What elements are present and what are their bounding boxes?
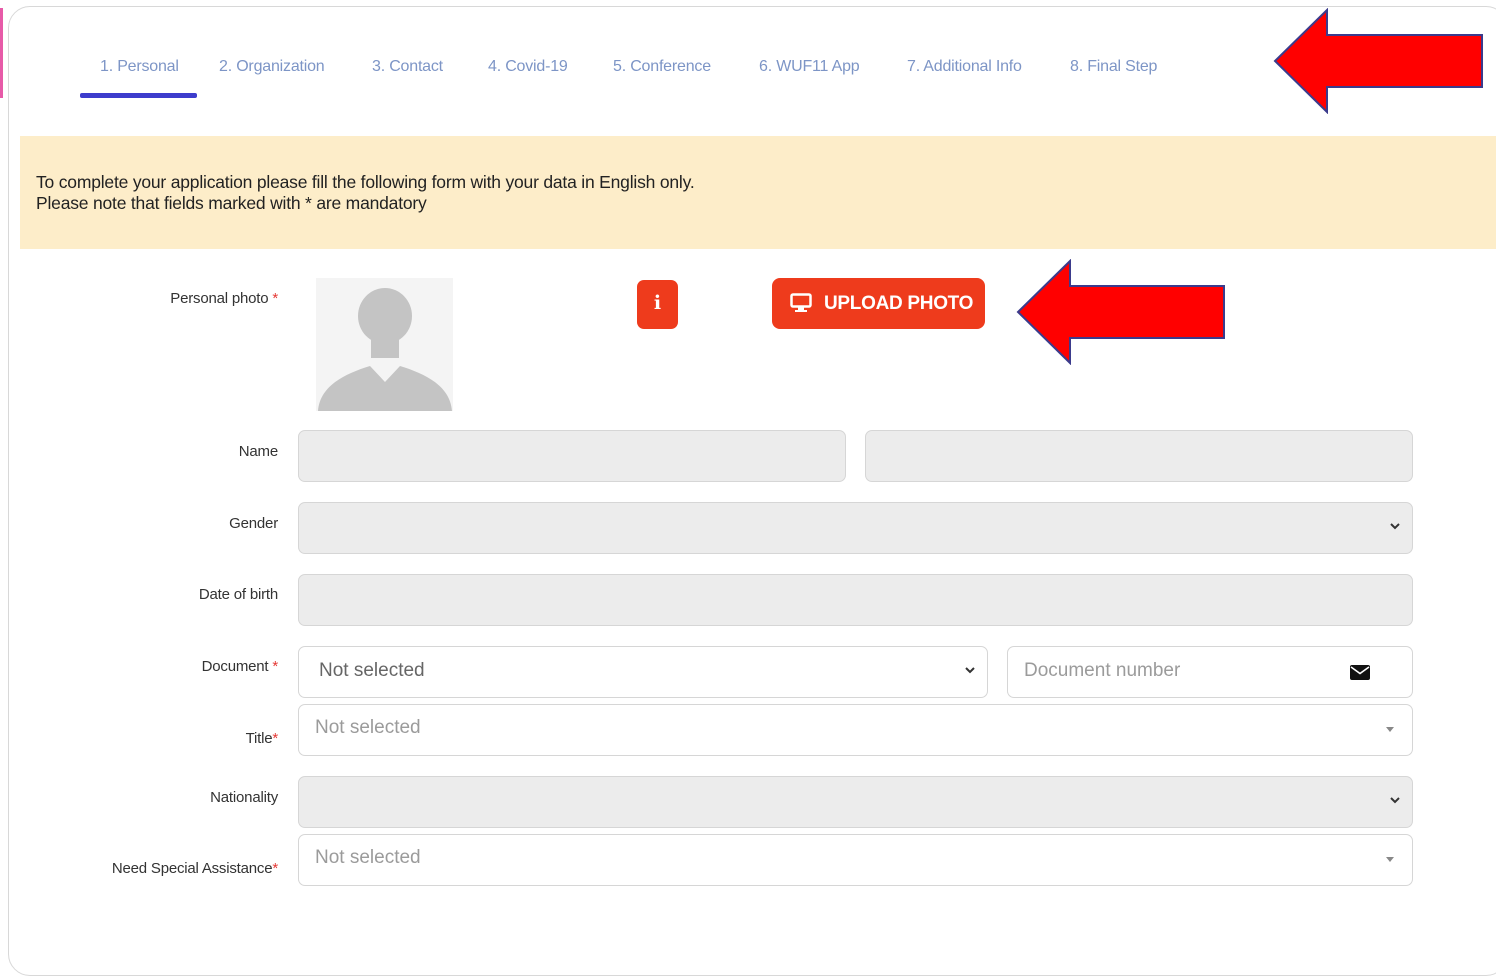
chevron-down-icon: [1390, 797, 1400, 804]
tab-contact[interactable]: 3. Contact: [372, 58, 443, 76]
photo-info-button[interactable]: i: [637, 280, 678, 329]
special-assistance-select[interactable]: Not selected: [298, 834, 1413, 886]
upload-photo-label: UPLOAD PHOTO: [824, 293, 974, 314]
photo-label: Personal photo: [170, 290, 269, 307]
nationality-label: Nationality: [210, 789, 278, 806]
first-name-field[interactable]: [298, 430, 846, 482]
annotation-arrow-tabs: [1273, 8, 1483, 114]
special-assistance-value: Not selected: [315, 847, 421, 868]
page-edge-accent: [0, 8, 3, 98]
document-number-placeholder: Document number: [1024, 660, 1181, 681]
document-label: Document: [201, 658, 269, 675]
monitor-icon: [790, 293, 812, 312]
tab-personal[interactable]: 1. Personal: [100, 58, 179, 76]
document-number-input[interactable]: Document number: [1007, 646, 1413, 698]
gender-label: Gender: [229, 515, 278, 532]
caret-down-icon: [1386, 727, 1394, 732]
tab-covid[interactable]: 4. Covid-19: [488, 58, 568, 76]
annotation-arrow-upload: [1016, 259, 1225, 365]
envelope-icon: [1350, 665, 1370, 680]
title-select[interactable]: Not selected: [298, 704, 1413, 756]
title-value: Not selected: [315, 717, 421, 738]
upload-photo-button[interactable]: UPLOAD PHOTO: [772, 278, 985, 329]
instructions-line-2: Please note that fields marked with * ar…: [36, 193, 427, 213]
chevron-down-icon: [1390, 523, 1400, 530]
avatar-placeholder: [316, 278, 453, 411]
photo-label-row: Personal photo *: [170, 290, 278, 307]
gender-select[interactable]: [298, 502, 1413, 554]
last-name-field[interactable]: [865, 430, 1413, 482]
tab-final-step[interactable]: 8. Final Step: [1070, 58, 1157, 76]
person-silhouette-icon: [318, 288, 452, 411]
required-mark: *: [272, 290, 278, 307]
title-label-row: Title*: [245, 730, 279, 747]
info-icon: i: [653, 292, 662, 314]
special-assistance-label: Need Special Assistance: [111, 860, 273, 877]
active-tab-indicator: [80, 93, 197, 98]
chevron-down-icon: [965, 667, 975, 674]
tab-app[interactable]: 6. WUF11 App: [759, 58, 860, 76]
tab-organization[interactable]: 2. Organization: [219, 58, 325, 76]
required-mark: *: [272, 860, 278, 877]
caret-down-icon: [1386, 857, 1394, 862]
document-type-select[interactable]: Not selected: [298, 646, 988, 698]
instructions-line-1: To complete your application please fill…: [36, 172, 695, 192]
document-label-row: Document *: [201, 658, 279, 675]
special-assistance-label-row: Need Special Assistance*: [112, 860, 278, 877]
name-label: Name: [238, 443, 278, 460]
document-type-value: Not selected: [319, 660, 425, 681]
tab-additional-info[interactable]: 7. Additional Info: [907, 58, 1022, 76]
title-label: Title: [245, 730, 273, 747]
required-mark: *: [272, 658, 278, 675]
dob-field[interactable]: [298, 574, 1413, 626]
nationality-select[interactable]: [298, 776, 1413, 828]
required-mark: *: [272, 730, 278, 747]
tab-conference[interactable]: 5. Conference: [613, 58, 711, 76]
instructions-banner: To complete your application please fill…: [20, 136, 1496, 249]
dob-label: Date of birth: [198, 586, 278, 603]
